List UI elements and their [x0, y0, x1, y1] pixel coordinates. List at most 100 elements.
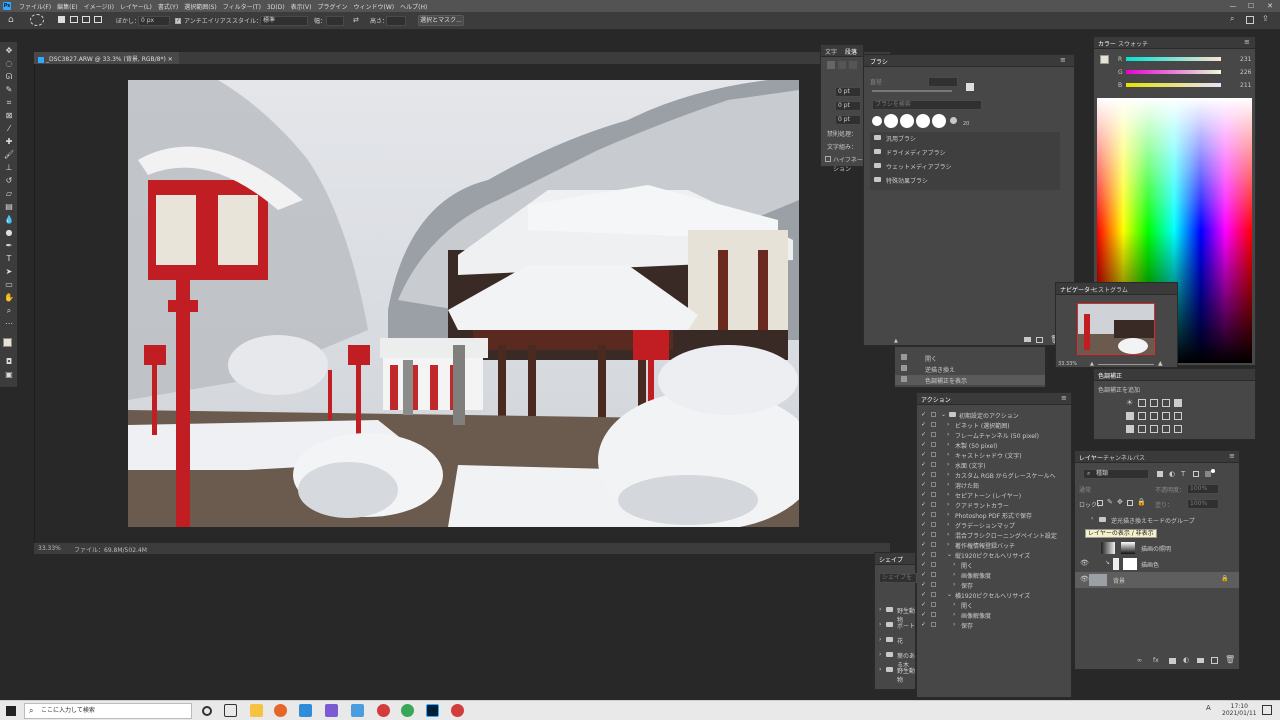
panel-menu-icon[interactable]: ≡	[1060, 56, 1066, 64]
expand-icon[interactable]: ›	[947, 481, 949, 488]
hand-tool-icon[interactable]: ✋	[3, 292, 15, 304]
action-enabled-check-icon[interactable]: ✓	[921, 491, 926, 498]
zoom-tool-icon[interactable]: ⌕	[3, 305, 15, 317]
status-zoom[interactable]: 33.33%	[38, 545, 61, 552]
action-enabled-check-icon[interactable]: ✓	[921, 621, 926, 628]
expand-icon[interactable]: ›	[947, 441, 949, 448]
action-enabled-check-icon[interactable]: ✓	[921, 461, 926, 468]
brush-preset-1[interactable]	[872, 116, 882, 126]
color-balance-icon[interactable]	[1138, 412, 1146, 420]
vibrance-icon[interactable]	[1174, 399, 1182, 407]
search-icon[interactable]: ⌕	[1230, 14, 1234, 24]
threshold-icon[interactable]	[1150, 425, 1158, 433]
menu-3d[interactable]: 3D(D)	[264, 2, 288, 11]
delete-layer-icon[interactable]: 🗑	[1225, 655, 1235, 664]
action-row[interactable]: ✓ › 開く	[917, 560, 1073, 570]
action-enabled-check-icon[interactable]: ✓	[921, 481, 926, 488]
expand-icon[interactable]: ›	[947, 541, 949, 548]
brush-settings-icon[interactable]	[966, 83, 974, 91]
width-input[interactable]	[326, 16, 344, 26]
expand-icon[interactable]: ›	[947, 431, 949, 438]
action-enabled-check-icon[interactable]: ✓	[921, 581, 926, 588]
move-tool-icon[interactable]: ✥	[3, 45, 15, 57]
windows-start-icon[interactable]	[6, 706, 16, 716]
shape-folder-5[interactable]: › 野生動物	[875, 665, 915, 684]
expand-icon[interactable]: ›	[947, 451, 949, 458]
action-dialog-toggle-icon[interactable]	[931, 472, 936, 477]
action-dialog-toggle-icon[interactable]	[931, 552, 936, 557]
ime-indicator[interactable]: A	[1206, 704, 1211, 712]
app-icon[interactable]	[325, 704, 338, 717]
action-dialog-toggle-icon[interactable]	[931, 502, 936, 507]
g-slider[interactable]	[1126, 70, 1221, 74]
new-brush-icon[interactable]	[1036, 337, 1043, 343]
brush-size-slider[interactable]	[872, 90, 952, 92]
photoshop-taskbar-icon[interactable]	[426, 704, 439, 717]
blend-mode-select[interactable]: 通常	[1079, 485, 1091, 494]
action-row[interactable]: ✓ › 保存	[917, 580, 1073, 590]
panel-menu-icon[interactable]: ≡	[1244, 38, 1250, 46]
collapse-icon[interactable]: ⌄	[947, 591, 952, 598]
new-adjustment-icon[interactable]: ◐	[1183, 656, 1189, 664]
layer-row-fgcolor[interactable]: 👁 ↘ 描画色	[1075, 556, 1239, 572]
expand-icon[interactable]: ›	[947, 471, 949, 478]
action-row[interactable]: ✓ ⌄ 初期設定のアクション	[917, 410, 1073, 420]
link-layers-icon[interactable]: ∞	[1137, 657, 1142, 664]
taskbar-clock[interactable]: 17:10 2021/01/11	[1222, 703, 1257, 717]
tab-layers[interactable]: レイヤー	[1079, 453, 1103, 462]
expand-icon[interactable]: ›	[953, 611, 955, 618]
style-select[interactable]: 標準	[260, 16, 308, 26]
filter-smart-object-icon[interactable]	[1205, 471, 1211, 477]
action-row[interactable]: ✓ › Photoshop PDF 形式で保存	[917, 510, 1073, 520]
expand-icon[interactable]: ›	[947, 501, 949, 508]
tab-navigator[interactable]: ナビゲーター	[1060, 285, 1096, 294]
action-row[interactable]: ✓ › 保存	[917, 620, 1073, 630]
fg-color-swatch[interactable]	[1100, 55, 1109, 64]
brush-preset-3[interactable]	[900, 114, 914, 128]
action-row[interactable]: ✓ › 混合ブラシクローニングペイント設定	[917, 530, 1073, 540]
app-icon[interactable]	[451, 704, 464, 717]
height-input[interactable]	[386, 16, 406, 26]
action-dialog-toggle-icon[interactable]	[931, 532, 936, 537]
action-enabled-check-icon[interactable]: ✓	[921, 451, 926, 458]
type-tool-icon[interactable]: T	[3, 253, 15, 265]
shape-tool-icon[interactable]: ▭	[3, 279, 15, 291]
expand-icon[interactable]: ›	[953, 561, 955, 568]
task-view-icon[interactable]	[224, 704, 237, 717]
layer-row-background[interactable]: 👁 背景 🔒	[1075, 572, 1239, 588]
r-value[interactable]: 231	[1240, 56, 1251, 63]
foreground-color-swatch[interactable]	[3, 338, 12, 347]
action-enabled-check-icon[interactable]: ✓	[921, 601, 926, 608]
action-dialog-toggle-icon[interactable]	[931, 582, 936, 587]
action-row[interactable]: ✓ › ビネット (選択範囲)	[917, 420, 1073, 430]
expand-icon[interactable]: ›	[947, 461, 949, 468]
lock-position-icon[interactable]: ✥	[1117, 498, 1123, 506]
expand-icon[interactable]: ›	[953, 581, 955, 588]
selective-color-icon[interactable]	[1174, 425, 1182, 433]
tab-paragraph[interactable]: 段落	[845, 47, 857, 56]
menu-file[interactable]: ファイル(F)	[16, 0, 54, 11]
fill-input[interactable]: 100%	[1187, 499, 1219, 509]
tab-character[interactable]: 文字	[825, 47, 837, 56]
brush-search-input[interactable]: ブラシを検索	[872, 100, 982, 110]
action-dialog-toggle-icon[interactable]	[931, 492, 936, 497]
action-row[interactable]: ✓ › クアドラントカラー	[917, 500, 1073, 510]
history-item-open[interactable]: 開く	[895, 353, 1045, 363]
channel-mixer-icon[interactable]	[1174, 412, 1182, 420]
photo-canvas[interactable]	[128, 80, 799, 527]
posterize-icon[interactable]	[1138, 425, 1146, 433]
brush-folder-special[interactable]: 特殊効果ブラシ	[864, 175, 1074, 185]
action-enabled-check-icon[interactable]: ✓	[921, 541, 926, 548]
indent-left-input[interactable]: 0 pt	[835, 87, 861, 97]
marquee-tool-icon[interactable]: ◌	[3, 58, 15, 70]
new-selection-icon[interactable]	[58, 16, 65, 23]
action-enabled-check-icon[interactable]: ✓	[921, 431, 926, 438]
close-document-icon[interactable]: ✕	[168, 56, 173, 63]
filter-pixel-icon[interactable]	[1157, 471, 1163, 477]
filter-adjustment-icon[interactable]: ◐	[1169, 470, 1175, 478]
menu-layer[interactable]: レイヤー(L)	[117, 0, 155, 11]
screen-mode-icon[interactable]: ▣	[3, 369, 15, 381]
expand-icon[interactable]: ›	[947, 491, 949, 498]
action-enabled-check-icon[interactable]: ✓	[921, 611, 926, 618]
crop-tool-icon[interactable]: ⌗	[3, 97, 15, 109]
